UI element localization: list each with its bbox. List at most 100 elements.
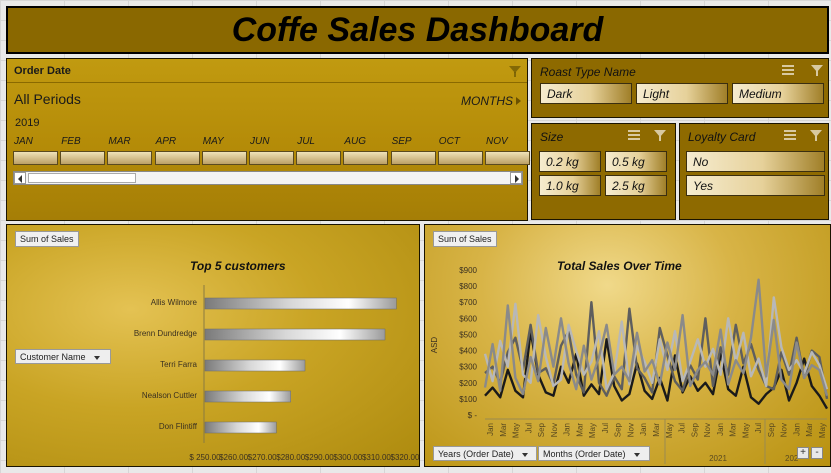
- timeline-month-bar[interactable]: [107, 151, 153, 165]
- year-label: 2021: [709, 454, 727, 463]
- category-label: Don Flintiff: [159, 422, 198, 431]
- x-tick-label: Jan: [792, 423, 801, 436]
- timeline-year: 2019: [15, 117, 40, 129]
- timeline-month-label: MAY: [202, 136, 224, 147]
- timeline-month-label: JAN: [14, 136, 33, 147]
- y-tick-label: $100: [459, 395, 477, 404]
- x-tick-label: Sep: [690, 422, 699, 437]
- bar: [204, 359, 306, 372]
- x-tick-label: Mar: [575, 423, 584, 437]
- category-label: Terri Farra: [160, 360, 197, 369]
- size-slicer: Size 0.2 kg 0.5 kg 1.0 kg 2.5 kg: [531, 123, 676, 220]
- clear-filter-icon[interactable]: [811, 65, 824, 76]
- timeline-month-bar[interactable]: [437, 151, 483, 165]
- slicer-item-light[interactable]: Light: [636, 83, 728, 104]
- slicer-item-dark[interactable]: Dark: [540, 83, 632, 104]
- timeline-month-label: JUN: [250, 136, 270, 147]
- x-tick-label: Jan: [639, 423, 648, 436]
- dropdown-arrow-icon: [522, 452, 529, 457]
- slicer-item-1-0kg[interactable]: 1.0 kg: [539, 175, 601, 196]
- x-tick-label: $ 250.00: [189, 453, 221, 462]
- slicer-item-0-5kg[interactable]: 0.5 kg: [605, 151, 667, 172]
- timeline-month-bar[interactable]: [154, 151, 200, 165]
- x-tick-label: Jan: [563, 423, 572, 436]
- clear-filter-icon[interactable]: [509, 65, 521, 77]
- dashboard-title: Coffe Sales Dashboard: [231, 10, 604, 49]
- category-label: Nealson Cuttler: [142, 391, 197, 400]
- timeline-month-bar[interactable]: [390, 151, 436, 165]
- timeline-month-bar[interactable]: [485, 151, 530, 165]
- slicer-item-2-5kg[interactable]: 2.5 kg: [605, 175, 667, 196]
- timeline-caption: Order Date: [14, 65, 71, 77]
- slicer-caption: Size: [540, 130, 564, 144]
- months-order-date-button[interactable]: Months (Order Date): [538, 446, 650, 461]
- timeline-month-label: SEP: [391, 136, 412, 147]
- timeline-month-label: OCT: [438, 136, 460, 147]
- timeline-month-label: FEB: [61, 136, 81, 147]
- x-tick-label: Mar: [729, 423, 738, 437]
- x-tick-label: $270.00: [248, 453, 277, 462]
- timeline-month-bar[interactable]: [13, 151, 58, 165]
- x-tick-label: May: [588, 423, 597, 438]
- slicer-item-no[interactable]: No: [686, 151, 825, 172]
- y-tick-label: $200: [459, 379, 477, 388]
- x-tick-label: Nov: [550, 423, 559, 437]
- y-tick-label: $600: [459, 314, 477, 323]
- y-tick-label: $ -: [468, 411, 478, 420]
- slicer-item-yes[interactable]: Yes: [686, 175, 825, 196]
- expand-field-button[interactable]: +: [797, 447, 809, 459]
- timeline-month-label: MAR: [108, 136, 131, 147]
- x-tick-label: Mar: [499, 423, 508, 437]
- slicer-caption: Loyalty Card: [688, 130, 756, 144]
- category-label: Allis Wilmore: [151, 298, 198, 307]
- clear-filter-icon[interactable]: [810, 130, 823, 141]
- x-tick-label: Sep: [614, 422, 623, 437]
- timeline-month-bar[interactable]: [60, 151, 106, 165]
- timeline-month-bar[interactable]: [343, 151, 389, 165]
- slicer-item-medium[interactable]: Medium: [732, 83, 824, 104]
- slicer-item-0-2kg[interactable]: 0.2 kg: [539, 151, 601, 172]
- x-tick-label: $300.00: [333, 453, 362, 462]
- slicer-caption: Roast Type Name: [540, 65, 636, 79]
- scroll-right-icon[interactable]: [510, 172, 522, 184]
- collapse-field-button[interactable]: -: [811, 447, 823, 459]
- timeline-month-label: APR: [155, 136, 177, 147]
- timeline-month-bar[interactable]: [296, 151, 342, 165]
- order-date-timeline[interactable]: Order Date All Periods MONTHS 2019 JAN FE…: [6, 58, 530, 221]
- level-dropdown-icon[interactable]: [516, 97, 521, 105]
- x-tick-label: $280.00: [276, 453, 305, 462]
- x-tick-label: $310.00: [362, 453, 391, 462]
- x-tick-label: Mar: [652, 423, 661, 437]
- years-order-date-button[interactable]: Years (Order Date): [433, 446, 537, 461]
- sales-over-time-chart[interactable]: Sum of Sales Total Sales Over Time ASD $ …: [424, 224, 831, 467]
- scroll-thumb[interactable]: [28, 173, 136, 183]
- roast-type-slicer: Roast Type Name Dark Light Medium: [531, 58, 829, 118]
- y-axis-title: ASD: [430, 337, 439, 354]
- clear-filter-icon[interactable]: [654, 130, 667, 141]
- x-tick-label: Jul: [524, 423, 533, 433]
- x-tick-label: $260.00: [219, 453, 248, 462]
- x-tick-label: Sep: [537, 422, 546, 437]
- y-tick-label: $900: [459, 266, 477, 275]
- x-tick-label: Sep: [767, 422, 776, 437]
- x-tick-label: Jul: [601, 423, 610, 433]
- x-tick-label: May: [818, 423, 827, 438]
- dashboard-title-bar: Coffe Sales Dashboard: [6, 6, 829, 54]
- multi-select-icon[interactable]: [628, 130, 640, 141]
- scroll-left-icon[interactable]: [14, 172, 26, 184]
- multi-select-icon[interactable]: [784, 130, 796, 141]
- bar: [204, 328, 386, 341]
- y-tick-label: $500: [459, 330, 477, 339]
- years-button-label: Years (Order Date): [438, 449, 514, 459]
- x-tick-label: Mar: [805, 423, 814, 437]
- x-tick-label: Jul: [678, 423, 687, 433]
- timeline-scrollbar[interactable]: [13, 171, 523, 185]
- timeline-month-bar[interactable]: [201, 151, 247, 165]
- timeline-month-bar[interactable]: [249, 151, 294, 165]
- top-customers-chart[interactable]: Sum of Sales Top 5 customers Customer Na…: [6, 224, 420, 467]
- timeline-month-label: JUL: [297, 136, 315, 147]
- timeline-header: Order Date: [7, 59, 527, 83]
- months-button-label: Months (Order Date): [543, 449, 626, 459]
- multi-select-icon[interactable]: [782, 65, 794, 76]
- timeline-level-selector[interactable]: MONTHS: [461, 94, 513, 108]
